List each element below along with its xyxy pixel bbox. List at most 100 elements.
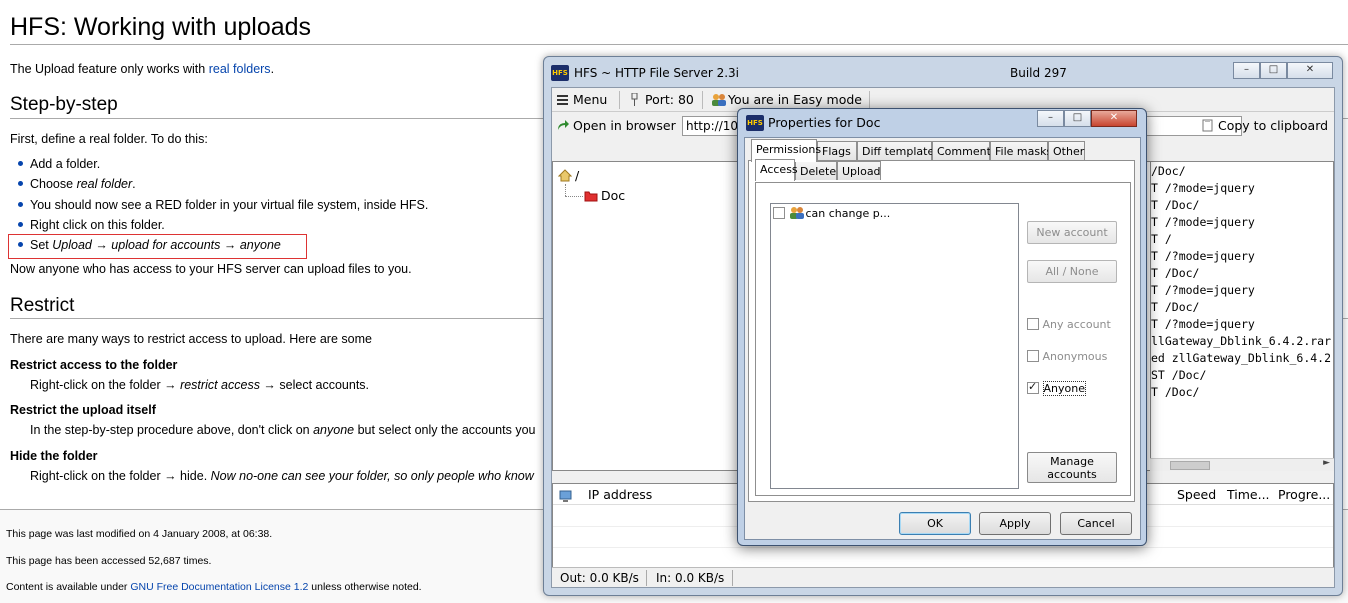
vfs-root-label: / — [575, 168, 580, 183]
account-item-label: can change p... — [805, 207, 891, 220]
anyone-option[interactable]: Anyone — [1027, 380, 1086, 396]
list-item: Right click on this folder. — [18, 218, 165, 232]
network-icon — [559, 490, 572, 503]
account-checkbox[interactable] — [773, 207, 785, 219]
users-icon — [711, 93, 726, 106]
in-speed: In: 0.0 KB/s — [656, 571, 725, 585]
log-line: T /Doc/ — [1151, 266, 1200, 280]
tab-other[interactable]: Other — [1048, 141, 1085, 161]
anyone-checkbox[interactable] — [1027, 380, 1039, 394]
scroll-right-icon[interactable]: ► — [1323, 458, 1330, 468]
minimize-button[interactable]: – — [1233, 62, 1260, 79]
license-link[interactable]: GNU Free Documentation License 1.2 — [130, 581, 308, 593]
tab-flags[interactable]: Flags — [817, 141, 857, 161]
mode-button[interactable]: You are in Easy mode — [711, 92, 862, 107]
status-separator — [646, 570, 647, 586]
log-line: T /?mode=jquery — [1151, 249, 1255, 263]
title-divider — [10, 44, 1348, 45]
port-label: Port: 80 — [645, 92, 694, 107]
restrict-access-title: Restrict access to the folder — [10, 358, 178, 372]
anonymous-checkbox[interactable] — [1027, 350, 1039, 362]
hide-folder-text: Right-click on the folder → hide. Now no… — [30, 469, 534, 483]
apply-button[interactable]: Apply — [979, 512, 1051, 535]
hfs-logo-icon: HFS — [551, 65, 569, 81]
log-line: T /?mode=jquery — [1151, 317, 1255, 331]
any-account-checkbox[interactable] — [1027, 318, 1039, 330]
vfs-root-node[interactable]: / — [557, 168, 580, 183]
red-folder-icon — [584, 189, 598, 202]
log-line: ST /Doc/ — [1151, 368, 1207, 382]
hfs-window-title: HFS ~ HTTP File Server 2.3i — [574, 66, 740, 80]
intro-suffix: . — [270, 62, 275, 76]
first-line: First, define a real folder. To do this: — [10, 132, 208, 146]
highlight-box — [8, 234, 307, 259]
close-button[interactable]: ✕ — [1287, 62, 1333, 79]
menu-icon — [556, 93, 569, 106]
ip-column-header-label[interactable]: IP address — [588, 487, 652, 502]
maximize-button[interactable]: □ — [1260, 62, 1287, 79]
mode-label: You are in Easy mode — [728, 92, 862, 107]
copy-to-clipboard-button[interactable]: Copy to clipboard — [1201, 118, 1328, 133]
restrict-upload-text: In the step-by-step procedure above, don… — [30, 423, 536, 437]
plug-icon — [628, 92, 641, 106]
status-bar: Out: 0.0 KB/s In: 0.0 KB/s — [552, 567, 1334, 587]
desc-text: In the step-by-step procedure above, don… — [30, 423, 314, 437]
subtab-delete[interactable]: Delete — [795, 161, 837, 180]
restrict-upload-title: Restrict the upload itself — [10, 403, 156, 417]
tab-file-masks[interactable]: File masks — [990, 141, 1052, 161]
status-separator — [732, 570, 733, 586]
hfs-titlebar[interactable]: HFS HFS ~ HTTP File Server 2.3i Build 29… — [544, 57, 1342, 87]
tab-comment[interactable]: Comment — [932, 141, 991, 161]
log-line: T /Doc/ — [1151, 300, 1200, 314]
toolbar-separator — [702, 91, 703, 109]
desc-text: but select only the accounts you — [354, 423, 536, 437]
subtab-upload[interactable]: Upload — [837, 161, 881, 180]
new-account-button[interactable]: New account — [1027, 221, 1117, 244]
log-horizontal-scrollbar[interactable]: ► — [1150, 458, 1334, 471]
tab-diff-template[interactable]: Diff template — [857, 141, 934, 161]
restrict-heading: Restrict — [10, 295, 75, 316]
intro-prefix: The Upload feature only works with — [10, 62, 209, 76]
last-modified: This page was last modified on 4 January… — [6, 528, 273, 540]
subtab-access[interactable]: Access — [755, 159, 798, 181]
restrict-intro: There are many ways to restrict access t… — [10, 332, 372, 346]
ok-button[interactable]: OK — [899, 512, 971, 535]
step-text: Add a folder. — [30, 157, 101, 171]
any-account-option[interactable]: Any account — [1027, 318, 1111, 331]
page-title: HFS: Working with uploads — [10, 13, 312, 41]
menu-label: Menu — [573, 92, 608, 107]
speed-column-header[interactable]: Speed — [1177, 487, 1216, 502]
dialog-logo-icon: HFS — [746, 115, 764, 131]
vfs-folder-doc[interactable]: Doc — [584, 188, 625, 203]
port-button[interactable]: Port: 80 — [628, 92, 694, 107]
dialog-minimize-button[interactable]: – — [1037, 110, 1064, 127]
desc-emphasis: restrict access — [180, 378, 260, 392]
scrollbar-thumb[interactable] — [1170, 461, 1210, 470]
step-emphasis: real folder — [76, 177, 133, 191]
all-none-button[interactable]: All / None — [1027, 260, 1117, 283]
toolbar-separator — [619, 91, 620, 109]
time-column-header[interactable]: Time... — [1227, 487, 1270, 502]
desc-emphasis: anyone — [313, 423, 355, 437]
manage-accounts-button[interactable]: Manage accounts — [1027, 452, 1117, 483]
cancel-button[interactable]: Cancel — [1060, 512, 1132, 535]
row-divider — [553, 547, 1333, 548]
hide-folder-title: Hide the folder — [10, 449, 98, 463]
log-line: /Doc/ — [1151, 164, 1186, 178]
tree-line — [565, 196, 583, 197]
anonymous-option[interactable]: Anonymous — [1027, 350, 1107, 363]
real-folders-link[interactable]: real folders — [209, 62, 271, 76]
account-list[interactable]: can change p... — [770, 203, 1019, 489]
dialog-title: Properties for Doc — [768, 115, 881, 130]
out-speed: Out: 0.0 KB/s — [560, 571, 639, 585]
step-by-step-heading: Step-by-step — [10, 94, 118, 115]
account-item[interactable]: can change p... — [773, 206, 890, 220]
log-panel[interactable]: /Doc/ T /?mode=jquery T /Doc/ T /?mode=j… — [1150, 161, 1334, 471]
menu-button[interactable]: Menu — [556, 92, 607, 107]
dialog-maximize-button[interactable]: □ — [1064, 110, 1091, 127]
log-line: T /?mode=jquery — [1151, 181, 1255, 195]
open-in-browser-button[interactable]: Open in browser — [556, 118, 676, 133]
dialog-close-button[interactable]: ✕ — [1091, 110, 1137, 127]
toolbar-separator — [869, 91, 870, 109]
progress-column-header[interactable]: Progre... — [1278, 487, 1330, 502]
